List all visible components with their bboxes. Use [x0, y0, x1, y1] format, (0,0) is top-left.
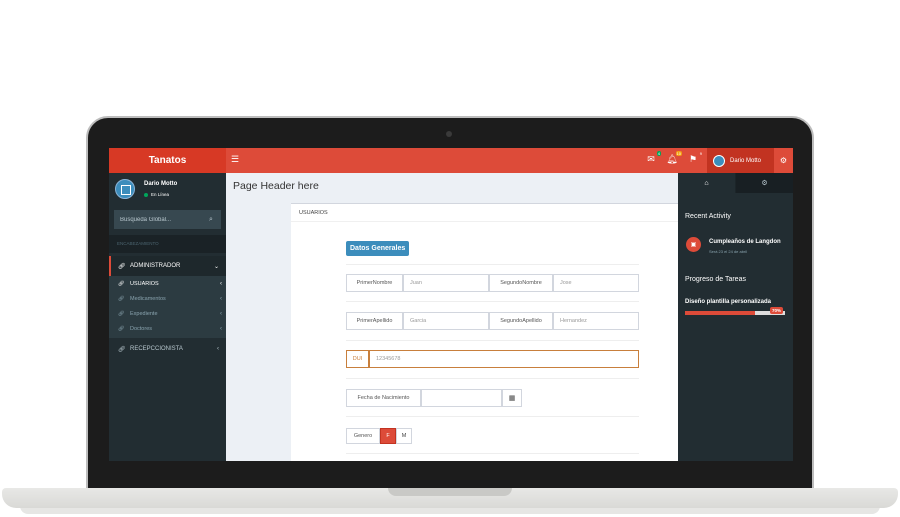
laptop-mockup: Tanatos ☰ ✉ 4 🔔︎ 10 ⚑ 9 Dario Motto ⚙ Da… — [0, 0, 900, 517]
chevron-down-icon: ⌄ — [213, 263, 219, 270]
chevron-left-icon: ‹ — [220, 296, 222, 302]
genero-m-button[interactable]: M — [396, 428, 412, 444]
link-icon: 🔗︎ — [118, 296, 125, 302]
mail-icon[interactable]: ✉ 4 — [645, 151, 661, 165]
flag-icon[interactable]: ⚑ 9 — [687, 151, 703, 165]
search-icon[interactable]: ⌕ — [204, 216, 218, 224]
dui-field[interactable]: 12345678 — [369, 350, 639, 368]
bell-badge: 10 — [675, 151, 682, 156]
activity-title[interactable]: Cumpleaños de Langdon — [709, 239, 781, 245]
task-progress-badge: 70% — [770, 307, 784, 314]
chevron-left-icon: ‹ — [220, 311, 222, 317]
gears-icon: ⚙ — [761, 180, 768, 187]
tab-home[interactable]: ⌂ — [678, 173, 735, 193]
search-input[interactable] — [114, 210, 204, 229]
genero-label: Genero — [346, 428, 380, 444]
bell-icon[interactable]: 🔔︎ 10 — [666, 151, 682, 165]
genero-f-button[interactable]: F — [380, 428, 396, 444]
content-wrapper: Page Header here USUARIOS Datos Generale… — [226, 173, 678, 461]
sidebar-subitem-label: Medicamentos — [130, 296, 166, 302]
main-sidebar: Dario Motto En Línea ⌕ ENCABEZAMIENTO 🔗︎… — [109, 173, 226, 461]
control-sidebar: ⌂ ⚙ Recent Activity ▣ Cumpleaños de Lang… — [678, 173, 793, 461]
divider — [346, 340, 639, 341]
online-dot-icon — [144, 192, 148, 197]
user-panel: Dario Motto En Línea — [115, 179, 220, 205]
primer-apellido-field[interactable]: Garcia — [403, 312, 489, 330]
header-user-name: Dario Motto — [730, 157, 762, 164]
fecha-nacimiento-field[interactable] — [421, 389, 502, 407]
brand-logo[interactable]: Tanatos — [109, 148, 226, 173]
link-icon: 🔗︎ — [118, 281, 125, 287]
birthday-cake-icon: ▣ — [686, 237, 701, 252]
page-title: Page Header here — [233, 180, 319, 192]
sidebar-user-name: Dario Motto — [144, 181, 178, 187]
users-box: USUARIOS Datos Generales PrimerNombre Ju… — [291, 203, 678, 461]
fecha-nacimiento-label: Fecha de Nacimiento — [346, 389, 421, 407]
task-progress-fill — [685, 311, 755, 315]
divider — [346, 416, 639, 417]
segundo-apellido-label: SegundoApellido — [489, 312, 553, 330]
tasks-heading: Progreso de Tareas — [685, 276, 746, 283]
chevron-left-icon: ‹ — [220, 326, 222, 332]
tab-settings[interactable]: ⚙ — [736, 173, 793, 193]
mail-badge: 4 — [656, 151, 661, 156]
sidebar-item-label: RECEPCCIONISTA — [130, 346, 183, 352]
sidebar-subitem-label: Expediente — [130, 311, 158, 317]
link-icon: 🔗︎ — [118, 346, 126, 353]
flag-badge: 9 — [698, 151, 703, 156]
calendar-icon[interactable]: ▦ — [502, 389, 522, 407]
home-icon: ⌂ — [704, 179, 709, 187]
sidebar-subitem-medicamentos[interactable]: 🔗︎ Medicamentos ‹ — [118, 292, 222, 306]
divider — [346, 301, 639, 302]
avatar — [713, 154, 725, 167]
link-icon: 🔗︎ — [118, 311, 125, 317]
primer-nombre-field[interactable]: Juan — [403, 274, 489, 292]
sidebar-submenu: 🔗︎ USUARIOS ‹ 🔗︎ Medicamentos ‹ 🔗︎ Exped… — [109, 276, 226, 338]
link-icon: 🔗︎ — [118, 326, 125, 332]
camera — [446, 131, 452, 137]
sidebar-subitem-label: USUARIOS — [130, 281, 159, 287]
primer-apellido-label: PrimerApellido — [346, 312, 403, 330]
divider — [346, 378, 639, 379]
sidebar-subitem-label: Doctores — [130, 326, 153, 332]
laptop-notch — [388, 488, 512, 496]
dui-label: DUI — [346, 350, 369, 368]
chevron-left-icon: ‹ — [220, 281, 222, 287]
user-status-text: En Línea — [151, 192, 170, 197]
section-title: Datos Generales — [346, 241, 410, 256]
user-menu[interactable]: Dario Motto — [707, 148, 774, 173]
user-status: En Línea — [144, 192, 169, 197]
segundo-apellido-field[interactable]: Hernandez — [553, 312, 639, 330]
divider — [346, 453, 639, 454]
task-label[interactable]: Diseño plantilla personalizada — [685, 299, 771, 305]
segundo-nombre-field[interactable]: Jose — [553, 274, 639, 292]
sidebar-item-label: ADMINISTRADOR — [130, 263, 181, 269]
activity-subtitle: Será 23 el 24 de abril — [709, 249, 748, 254]
screen: Tanatos ☰ ✉ 4 🔔︎ 10 ⚑ 9 Dario Motto ⚙ Da… — [109, 148, 793, 461]
sidebar-item-administrador[interactable]: 🔗︎ ADMINISTRADOR ⌄ — [109, 256, 226, 276]
box-title: USUARIOS — [291, 204, 678, 222]
chevron-left-icon: ‹ — [217, 346, 219, 352]
gears-icon[interactable]: ⚙ — [774, 148, 793, 173]
divider — [346, 264, 639, 265]
recent-activity-heading: Recent Activity — [685, 213, 731, 220]
sidebar-search: ⌕ — [114, 210, 221, 229]
sidebar-subitem-doctores[interactable]: 🔗︎ Doctores ‹ — [118, 322, 222, 336]
sidebar-section-header: ENCABEZAMIENTO — [109, 235, 226, 253]
primer-nombre-label: PrimerNombre — [346, 274, 403, 292]
segundo-nombre-label: SegundoNombre — [489, 274, 553, 292]
main-header: Tanatos ☰ ✉ 4 🔔︎ 10 ⚑ 9 Dario Motto ⚙ — [109, 148, 793, 173]
avatar — [115, 179, 135, 199]
sidebar-subitem-usuarios[interactable]: 🔗︎ USUARIOS ‹ — [118, 277, 222, 291]
sidebar-item-recepccionista[interactable]: 🔗︎ RECEPCCIONISTA ‹ — [109, 339, 226, 359]
control-sidebar-tabs: ⌂ ⚙ — [678, 173, 793, 193]
sidebar-subitem-expediente[interactable]: 🔗︎ Expediente ‹ — [118, 307, 222, 321]
hamburger-icon[interactable]: ☰ — [231, 154, 239, 165]
link-icon: 🔗︎ — [118, 263, 126, 270]
